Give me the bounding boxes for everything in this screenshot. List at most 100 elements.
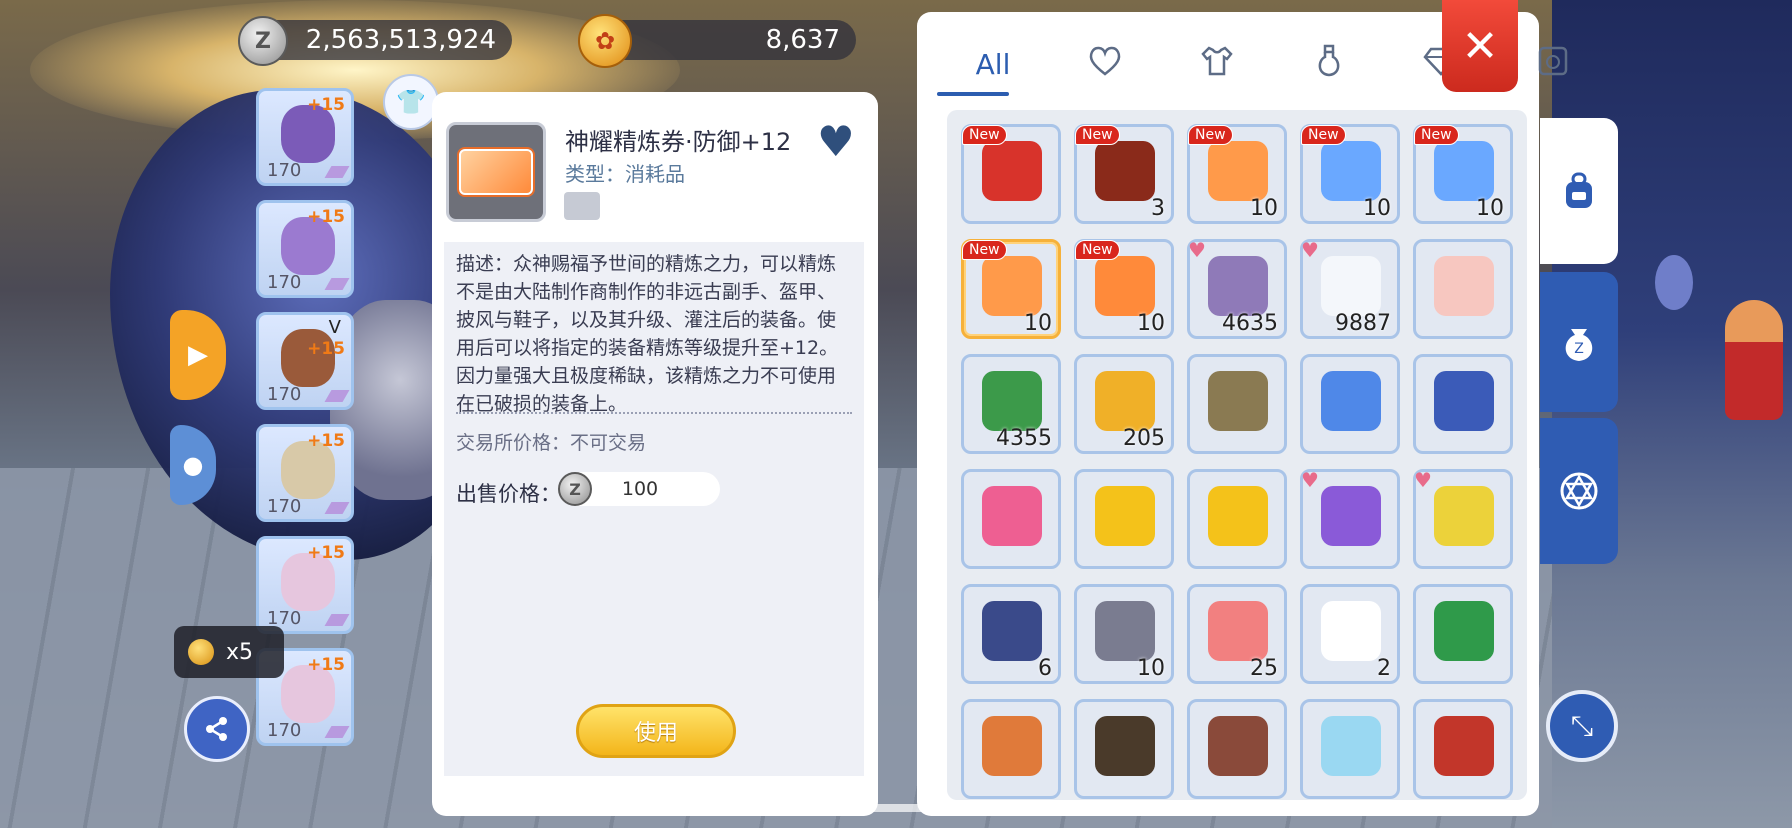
item-quantity: 3: [1151, 196, 1165, 221]
hexagram-icon: [1560, 472, 1598, 510]
favorite-heart-button[interactable]: ♥: [812, 120, 860, 164]
inventory-slot[interactable]: New 10: [1413, 124, 1513, 224]
inventory-slot[interactable]: [1413, 584, 1513, 684]
tab-favorites[interactable]: [1049, 32, 1161, 96]
zeny-amount: 2,563,513,924: [305, 25, 496, 55]
item-detail-icon: [446, 122, 546, 222]
inventory-slot[interactable]: 4355: [961, 354, 1061, 454]
inventory-slot[interactable]: [1300, 699, 1400, 799]
equip-slot-headgear[interactable]: +15 170: [256, 88, 354, 186]
slot-corner-badge: [324, 614, 350, 626]
item-quantity: 10: [1137, 311, 1165, 336]
item-level: 170: [267, 720, 302, 741]
refine-level: +15: [307, 543, 345, 563]
active-tab-indicator: [937, 92, 1009, 96]
item-quantity: 9887: [1335, 311, 1391, 336]
item-level: 170: [267, 272, 302, 293]
inventory-slot[interactable]: [1074, 699, 1174, 799]
divider: [456, 412, 852, 414]
inventory-slot[interactable]: [1187, 469, 1287, 569]
item-art: [982, 256, 1042, 316]
new-badge: New: [962, 240, 1007, 260]
item-art: [1434, 601, 1494, 661]
inventory-slot[interactable]: [961, 469, 1061, 569]
item-art: [1095, 141, 1155, 201]
inventory-slot[interactable]: [961, 699, 1061, 799]
inventory-slot[interactable]: 205: [1074, 354, 1174, 454]
item-art: [1321, 601, 1381, 661]
close-button[interactable]: ✕: [1442, 0, 1518, 92]
bag-tab[interactable]: [1540, 118, 1618, 264]
inventory-slot[interactable]: New: [961, 124, 1061, 224]
zeny-bag-tab[interactable]: Z: [1540, 272, 1618, 412]
tab-equipment[interactable]: [1161, 32, 1273, 96]
equip-slot-armor[interactable]: +15 170: [256, 200, 354, 298]
inventory-slot[interactable]: [1413, 239, 1513, 339]
new-badge: New: [1301, 125, 1346, 145]
favorite-heart-icon: ♥: [1188, 238, 1206, 262]
inventory-slot[interactable]: [1187, 354, 1287, 454]
item-art: [1095, 601, 1155, 661]
inventory-slot[interactable]: 2: [1300, 584, 1400, 684]
item-art: [1208, 601, 1268, 661]
inventory-slot[interactable]: New 10: [1187, 124, 1287, 224]
item-level: 170: [267, 496, 302, 517]
refine-level: +15: [307, 207, 345, 227]
inventory-slot[interactable]: New 10: [1300, 124, 1400, 224]
zeny-bag-glyph: Z: [1574, 341, 1584, 357]
inventory-slot[interactable]: 10: [1074, 584, 1174, 684]
slot-corner-badge: [324, 166, 350, 178]
item-art: [982, 716, 1042, 776]
refine-level: +15: [307, 655, 345, 675]
inventory-slot[interactable]: New 10: [1074, 239, 1174, 339]
scrollbar[interactable]: [664, 804, 1134, 812]
shirt-icon: [1199, 45, 1235, 84]
zeny-coin-glyph: Z: [255, 28, 271, 54]
share-button[interactable]: [184, 696, 250, 762]
card-icon: [1537, 45, 1569, 84]
tab-label: All: [975, 47, 1011, 81]
item-quantity: 6: [1038, 656, 1052, 681]
inventory-slot[interactable]: 25: [1187, 584, 1287, 684]
slot-corner-badge: [324, 502, 350, 514]
zeny-coin-icon: Z: [238, 16, 288, 66]
item-art: [1095, 716, 1155, 776]
tab-all[interactable]: All: [937, 32, 1049, 96]
item-title: 神耀精炼券·防御+12: [565, 128, 792, 156]
inventory-slot[interactable]: [1413, 354, 1513, 454]
inventory-slot[interactable]: ♥: [1413, 468, 1513, 569]
inventory-slot[interactable]: ♥ 9887: [1300, 238, 1400, 339]
item-art: [1095, 256, 1155, 316]
magic-circle-tab[interactable]: [1540, 418, 1618, 564]
share-icon: [206, 717, 227, 741]
equip-slot-garment[interactable]: V +15 170: [256, 312, 354, 410]
inventory-slot[interactable]: ♥: [1300, 468, 1400, 569]
inventory-slot[interactable]: [1074, 469, 1174, 569]
inventory-slot[interactable]: [1187, 699, 1287, 799]
inventory-slot[interactable]: [1300, 354, 1400, 454]
expand-window-button[interactable]: ⤡: [1546, 690, 1618, 762]
npc-pet: [1655, 255, 1693, 310]
gold-amount: 8,637: [765, 25, 840, 55]
inventory-slot[interactable]: 6: [961, 584, 1061, 684]
slot-corner-badge: [324, 390, 350, 402]
inventory-slot[interactable]: New 10: [961, 239, 1061, 339]
equipment-view-button[interactable]: 👕: [383, 74, 439, 130]
equip-slot-accessory-1[interactable]: +15 170: [256, 536, 354, 634]
refine-level: +15: [307, 431, 345, 451]
inventory-slot[interactable]: New 3: [1074, 124, 1174, 224]
inventory-slot[interactable]: ♥ 4635: [1187, 238, 1287, 339]
refine-level: +15: [307, 339, 345, 359]
sell-price-label: 出售价格：: [456, 482, 561, 506]
potion-icon: [1314, 44, 1344, 85]
use-button[interactable]: 使用: [576, 704, 736, 758]
inventory-slot[interactable]: [1413, 699, 1513, 799]
slot-corner-badge: [324, 726, 350, 738]
item-art: [1095, 486, 1155, 546]
equip-slot-shoes[interactable]: +15 170: [256, 424, 354, 522]
item-quantity: 10: [1137, 656, 1165, 681]
tab-consumables[interactable]: [1273, 32, 1385, 96]
item-art: [1321, 141, 1381, 201]
zeny-coin-icon: Z: [558, 472, 592, 506]
item-quantity: 25: [1250, 656, 1278, 681]
